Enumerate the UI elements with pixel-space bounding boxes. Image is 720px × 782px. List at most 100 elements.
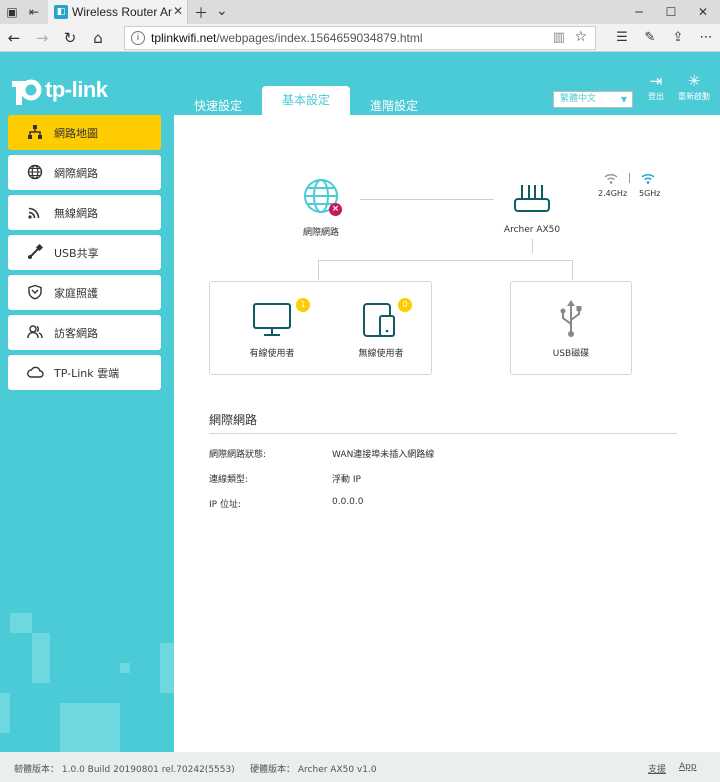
internet-label: 網際網路 [302,228,339,238]
tab-list-icon[interactable]: ▣ [4,4,20,20]
devices-icon [363,303,395,337]
usb-disk-node [557,298,585,338]
tp-link-logo: tp-link [8,75,108,109]
close-window-icon[interactable]: ✕ [688,2,718,22]
info-value-status: WAN連接埠未插入網路線 [332,450,435,460]
more-menu-icon[interactable]: ⋯ [696,28,716,48]
monitor-icon [253,303,291,336]
usb-symbol-icon [560,300,582,337]
wifi-5-icon [641,173,655,185]
sidebar-item-parental-controls[interactable]: 家庭照護 [8,275,161,310]
internet-node[interactable]: × [302,177,342,216]
forward-icon[interactable]: → [32,28,52,48]
cloud-icon [26,364,44,382]
usb-icon [26,243,44,262]
hardware-version: 硬體版本： Archer AX50 v1.0 [250,765,377,775]
band-divider [629,173,630,183]
sidebar-item-label: 家庭照護 [54,287,98,300]
link-line [532,239,533,253]
sidebar-item-label: 網際網路 [54,167,98,180]
decor-square [120,663,130,673]
browser-navbar: ← → ↻ ⌂ i tplinkwifi.net/webpages/index.… [0,24,720,52]
wifi-24-icon [604,173,618,185]
site-info-icon[interactable]: i [131,31,145,45]
router-node[interactable] [512,183,552,215]
sidebar-item-label: 網路地圖 [54,127,98,140]
tab-favicon-icon: ◧ [54,5,68,19]
sidebar-item-wireless[interactable]: 無線網路 [8,195,161,230]
new-tab-icon[interactable]: ＋ [194,3,208,23]
wireless-label: 無線使用者 [358,349,404,359]
sidebar-item-label: 無線網路 [54,207,98,220]
minimize-icon[interactable]: ─ [624,2,654,22]
globe-icon [26,164,44,182]
support-link[interactable]: 支援 [648,762,666,775]
tab-title: Wireless Router Archer ... [72,5,172,19]
sidebar-item-network-map[interactable]: 網路地圖 [8,115,161,150]
set-tabs-aside-icon[interactable]: ⇤ [26,4,42,20]
sidebar-item-guest-network[interactable]: 訪客網路 [8,315,161,350]
address-bar[interactable]: i tplinkwifi.net/webpages/index.15646590… [124,26,596,50]
info-value-ip: 0.0.0.0 [332,497,364,507]
url-text[interactable]: tplinkwifi.net/webpages/index.1564659034… [151,31,423,45]
tab-dropdown-icon[interactable]: ⌄ [216,3,228,19]
firmware-version: 韌體版本： 1.0.0 Build 20190801 rel.70242(555… [14,765,235,775]
reboot-icon: ✳ [687,72,701,90]
logout-icon: ⇥ [649,72,663,90]
sidebar-item-tp-link-cloud[interactable]: TP-Link 雲端 [8,355,161,390]
main-content: × 網際網路 Archer AX50 2.4GHz 5GHz 1 有線使用者 0… [174,115,720,752]
favorites-hub-icon[interactable]: ☰ [612,28,632,48]
sidebar-item-label: USB共享 [54,247,99,260]
browser-tab[interactable]: ◧ Wireless Router Archer ... ✕ [48,0,188,24]
share-icon[interactable]: ⇪ [668,28,688,48]
usb-card[interactable]: USB磁碟 [510,281,632,375]
home-icon[interactable]: ⌂ [88,28,108,48]
link-line [360,199,494,200]
decor-square [10,613,32,633]
reading-view-icon[interactable]: ▥ [553,30,565,45]
web-note-icon[interactable]: ✎ [640,28,660,48]
link-line [318,260,573,261]
info-label-connection-type: 連線類型: [209,475,249,485]
language-select[interactable]: 繁體中文 ▼ [553,91,633,108]
tp-link-logo-icon [12,79,42,105]
tab-quick-setup[interactable]: 快速設定 [190,93,246,117]
band-5-label: 5GHz [639,189,661,198]
info-value-connection-type: 浮動 IP [332,475,361,485]
back-icon[interactable]: ← [4,28,24,48]
maximize-icon[interactable]: ☐ [656,2,686,22]
favorite-star-icon[interactable]: ☆ [574,29,587,45]
reboot-label: 重新啟動 [678,92,710,101]
disconnected-icon: × [329,203,342,216]
reboot-button[interactable]: ✳ 重新啟動 [674,73,714,102]
sidebar-item-internet[interactable]: 網際網路 [8,155,161,190]
sidebar-item-usb-sharing[interactable]: USB共享 [8,235,161,270]
usb-label: USB磁碟 [552,349,590,359]
decor-square [160,643,174,693]
tab-close-icon[interactable]: ✕ [173,4,183,18]
app-link[interactable]: App [679,762,697,772]
decor-square [60,703,120,753]
decor-square [0,693,10,733]
footer: 韌體版本： 1.0.0 Build 20190801 rel.70242(555… [0,752,720,782]
sidebar-item-label: TP-Link 雲端 [54,367,120,380]
router-label: Archer AX50 [503,225,561,235]
refresh-icon[interactable]: ↻ [60,28,80,48]
band-24-label: 2.4GHz [598,189,628,198]
wired-label: 有線使用者 [249,349,295,359]
wireless-clients-node[interactable]: 0 [362,298,412,338]
language-value: 繁體中文 [560,94,597,104]
wired-clients-node[interactable]: 1 [252,298,310,338]
tab-advanced[interactable]: 進階設定 [366,93,422,117]
browser-titlebar: ▣ ⇤ ◧ Wireless Router Archer ... ✕ ＋ ⌄ ─… [0,0,720,24]
wireless-icon [26,204,44,222]
guests-icon [26,324,44,342]
section-title: 網際網路 [209,413,258,427]
logo-text: tp-link [45,77,108,102]
logout-button[interactable]: ⇥ 登出 [636,73,676,102]
shield-icon [26,284,44,302]
link-line [318,260,319,280]
network-map-icon [26,124,44,142]
tab-basic[interactable]: 基本設定 [262,86,350,115]
sidebar-item-label: 訪客網路 [54,327,98,340]
